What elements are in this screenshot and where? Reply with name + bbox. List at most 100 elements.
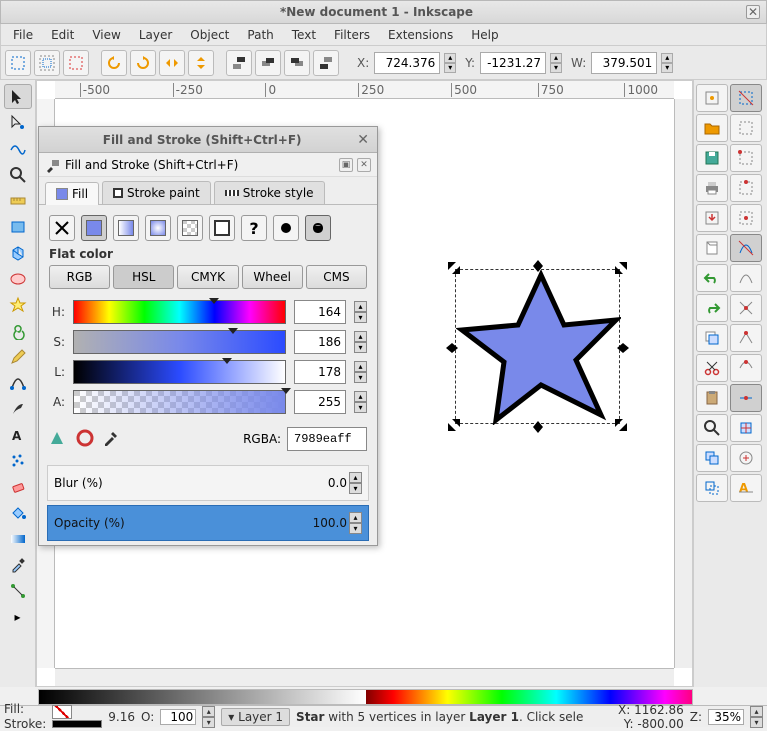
raise-top-button[interactable] [226, 50, 252, 76]
menu-extensions[interactable]: Extensions [380, 26, 461, 44]
lower-button[interactable] [284, 50, 310, 76]
snap-enable-button[interactable] [696, 84, 728, 112]
snap-edge-midpoint-icon[interactable] [730, 174, 762, 202]
snap-center-icon[interactable] [730, 204, 762, 232]
blur-slider[interactable]: Blur (%) 0.0 ▴▾ [47, 465, 369, 501]
status-opacity-input[interactable] [160, 709, 196, 725]
color-wheel-button[interactable] [75, 428, 95, 451]
menu-help[interactable]: Help [463, 26, 506, 44]
status-layer-selector[interactable]: ▾ Layer 1 [221, 708, 290, 726]
snap-object-center-icon[interactable] [730, 414, 762, 442]
gradient-tool[interactable] [4, 526, 32, 551]
status-zoom-spinner[interactable]: ▴▾ [750, 706, 763, 728]
tab-stroke-style[interactable]: Stroke style [214, 181, 325, 204]
select-all-layers-button[interactable] [5, 50, 31, 76]
snap-rotation-center-icon[interactable] [730, 444, 762, 472]
flip-horizontal-button[interactable] [159, 50, 185, 76]
hue-slider[interactable] [73, 300, 286, 324]
alpha-slider[interactable] [73, 390, 286, 414]
hue-input[interactable] [294, 300, 346, 324]
paint-swatch-button[interactable] [209, 215, 235, 241]
color-palette[interactable] [38, 689, 693, 705]
redo-button[interactable] [696, 294, 728, 322]
menu-path[interactable]: Path [239, 26, 281, 44]
eraser-tool[interactable] [4, 474, 32, 499]
flip-vertical-button[interactable] [188, 50, 214, 76]
paste-button[interactable] [696, 384, 728, 412]
paint-none-button[interactable] [49, 215, 75, 241]
duplicate-button[interactable] [696, 444, 728, 472]
window-close-button[interactable]: ✕ [746, 5, 760, 19]
lower-bottom-button[interactable] [313, 50, 339, 76]
snap-bbox-button[interactable] [730, 84, 762, 112]
print-button[interactable] [696, 174, 728, 202]
mode-rgb-button[interactable]: RGB [49, 265, 110, 289]
opacity-slider[interactable]: Opacity (%) 100.0 ▴▾ [47, 505, 369, 541]
open-file-button[interactable] [696, 114, 728, 142]
coord-x-spinner[interactable]: ▴▾ [444, 53, 456, 73]
calligraphy-tool[interactable] [4, 396, 32, 421]
status-fill-swatch[interactable] [52, 705, 72, 719]
text-tool[interactable]: A [4, 422, 32, 447]
dialog-detach-button[interactable]: ✕ [357, 158, 371, 172]
handle-w[interactable] [446, 342, 458, 354]
zoom-tool[interactable] [4, 162, 32, 187]
dialog-close-button[interactable]: ✕ [357, 132, 369, 148]
alpha-input[interactable] [294, 390, 346, 414]
clone-button[interactable] [696, 474, 728, 502]
raise-button[interactable] [255, 50, 281, 76]
undo-button[interactable] [696, 264, 728, 292]
select-all-button[interactable] [34, 50, 60, 76]
bezier-tool[interactable] [4, 370, 32, 395]
export-button[interactable] [696, 234, 728, 262]
rotate-cw-button[interactable] [130, 50, 156, 76]
paint-flat-button[interactable] [81, 215, 107, 241]
menu-text[interactable]: Text [284, 26, 324, 44]
star-shape[interactable] [456, 270, 621, 425]
pencil-tool[interactable] [4, 344, 32, 369]
paintbucket-tool[interactable] [4, 500, 32, 525]
color-picker-button[interactable] [101, 428, 121, 451]
status-zoom-input[interactable] [708, 709, 744, 725]
snap-smooth-icon[interactable] [730, 354, 762, 382]
tweak-tool[interactable] [4, 136, 32, 161]
paint-radial-button[interactable] [145, 215, 171, 241]
handle-nw[interactable] [448, 262, 460, 274]
paint-unset-button[interactable] [273, 215, 299, 241]
coord-y-input[interactable] [480, 52, 546, 74]
handle-se[interactable] [615, 419, 627, 431]
snap-midpoint-button[interactable] [730, 384, 762, 412]
copy-button[interactable] [696, 324, 728, 352]
coord-w-input[interactable] [591, 52, 657, 74]
snap-text-baseline-icon[interactable]: A [730, 474, 762, 502]
node-tool[interactable] [4, 110, 32, 135]
alpha-spinner[interactable]: ▴▾ [354, 391, 367, 413]
connector-tool[interactable] [4, 578, 32, 603]
3dbox-tool[interactable] [4, 240, 32, 265]
mode-cms-button[interactable]: CMS [306, 265, 367, 289]
handle-n[interactable] [532, 260, 544, 272]
menu-edit[interactable]: Edit [43, 26, 82, 44]
mode-wheel-button[interactable]: Wheel [242, 265, 303, 289]
paint-unknown-button[interactable]: ? [241, 215, 267, 241]
coord-x-input[interactable] [374, 52, 440, 74]
snap-intersection-icon[interactable] [730, 294, 762, 322]
zoom-fit-button[interactable] [696, 414, 728, 442]
coord-w-spinner[interactable]: ▴▾ [661, 53, 673, 73]
hue-spinner[interactable]: ▴▾ [354, 301, 367, 323]
handle-ne[interactable] [615, 262, 627, 274]
handle-e[interactable] [617, 342, 629, 354]
cut-button[interactable] [696, 354, 728, 382]
snap-node-button[interactable] [730, 234, 762, 262]
blur-spinner[interactable]: ▴▾ [349, 472, 362, 494]
star-tool[interactable] [4, 292, 32, 317]
spray-tool[interactable] [4, 448, 32, 473]
lit-spinner[interactable]: ▴▾ [354, 361, 367, 383]
import-button[interactable] [696, 204, 728, 232]
save-button[interactable] [696, 144, 728, 172]
measure-tool[interactable] [4, 188, 32, 213]
sat-spinner[interactable]: ▴▾ [354, 331, 367, 353]
mode-hsl-button[interactable]: HSL [113, 265, 174, 289]
sat-input[interactable] [294, 330, 346, 354]
sat-slider[interactable] [73, 330, 286, 354]
